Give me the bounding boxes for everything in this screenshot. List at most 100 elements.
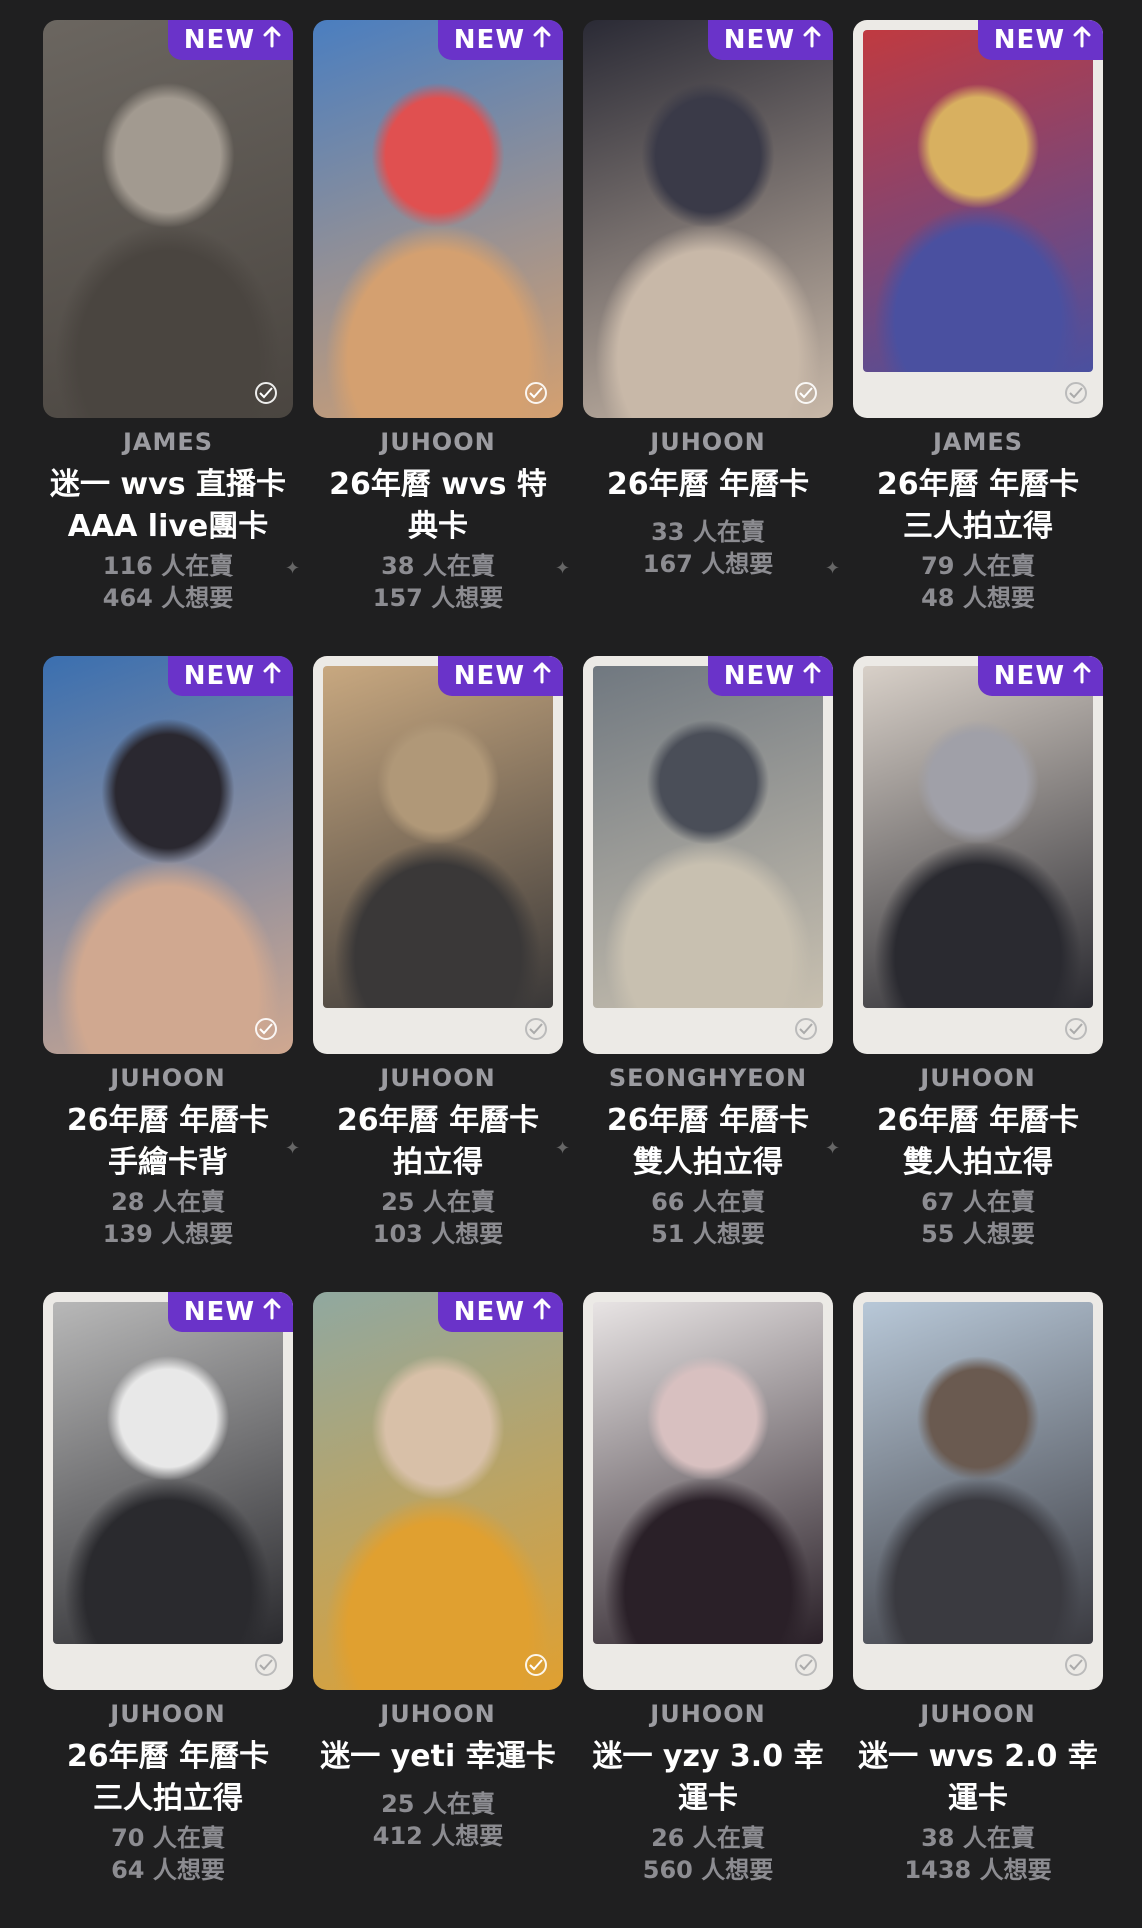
check-circle-icon[interactable] (525, 1654, 547, 1676)
check-circle-icon[interactable] (255, 1018, 277, 1040)
new-badge-label: NEW (453, 25, 525, 55)
photocard-image[interactable]: NEW (853, 20, 1103, 418)
card-title-line2: 拍立得 (393, 1145, 483, 1180)
seller-count: 33 人在賣 (651, 518, 765, 546)
photo-placeholder (53, 1302, 283, 1644)
card-title-line2: 典卡 (408, 509, 468, 544)
member-name: SEONGHYEON (608, 1064, 808, 1092)
new-badge: NEW (437, 656, 563, 696)
check-circle-icon[interactable] (795, 382, 817, 404)
check-circle-icon[interactable] (1065, 1654, 1087, 1676)
check-circle-icon[interactable] (1065, 382, 1087, 404)
new-badge: NEW (167, 1292, 293, 1332)
arrow-up-icon (803, 25, 821, 55)
check-circle-icon[interactable] (525, 1018, 547, 1040)
new-badge-label: NEW (993, 661, 1065, 691)
arrow-up-icon (263, 1297, 281, 1327)
card-stats: 33 人在賣 167 人想要 (583, 516, 833, 580)
wanted-count: 55 人想要 (921, 1220, 1035, 1248)
card-stats: 28 人在賣 139 人想要 (43, 1186, 293, 1250)
wanted-count: 48 人想要 (921, 584, 1035, 612)
card-title-line1: 26年曆 年曆卡 (336, 1103, 540, 1138)
card-title-line1: 26年曆 年曆卡 (876, 467, 1080, 502)
card-title-line1: 26年曆 年曆卡 (66, 1739, 270, 1774)
photocard-image[interactable] (853, 1292, 1103, 1690)
card-title-line2: 運卡 (948, 1781, 1008, 1816)
photocard-item[interactable]: JUHOON 迷一 yzy 3.0 幸運卡 26 人在賣 560 人想要 (583, 1292, 833, 1928)
member-name: JUHOON (380, 428, 496, 456)
sparkle-icon: ✦ (825, 1138, 841, 1159)
card-title: 迷一 yzy 3.0 幸運卡 (583, 1736, 833, 1820)
photocard-image[interactable]: NEW (43, 656, 293, 1054)
photocard-image[interactable]: NEW (853, 656, 1103, 1054)
card-title-line2: 三人拍立得 (93, 1781, 243, 1816)
arrow-up-icon (1073, 25, 1091, 55)
photocard-image[interactable]: NEW (313, 656, 563, 1054)
photocard-image[interactable]: NEW (313, 1292, 563, 1690)
new-badge-label: NEW (723, 25, 795, 55)
photocard-item[interactable]: NEW JUHOON 26年曆 年曆卡 手繪卡背 28 人在賣 139 人想要 (43, 656, 293, 1292)
photocard-item[interactable]: JUHOON 迷一 wvs 2.0 幸運卡 38 人在賣 1438 人想要 (853, 1292, 1103, 1928)
photocard-image[interactable]: NEW (43, 20, 293, 418)
card-stats: 26 人在賣 560 人想要 (583, 1822, 833, 1886)
photo-placeholder (313, 20, 563, 418)
wanted-count: 1438 人想要 (904, 1856, 1052, 1884)
card-title: 26年曆 年曆卡 雙人拍立得 (583, 1100, 833, 1184)
check-circle-icon[interactable] (255, 1654, 277, 1676)
card-stats: 25 人在賣 103 人想要 (313, 1186, 563, 1250)
card-title-line1: 26年曆 年曆卡 (606, 1103, 810, 1138)
photocard-item[interactable]: NEW JUHOON 迷一 yeti 幸運卡 25 人在賣 412 人想要 (313, 1292, 563, 1928)
member-name: JUHOON (920, 1700, 1036, 1728)
photocard-item[interactable]: NEW JAMES 迷一 wvs 直播卡 AAA live團卡 116 人在賣 464 人… (43, 20, 293, 656)
card-title-line1: 26年曆 年曆卡 (606, 467, 810, 502)
arrow-up-icon (533, 661, 551, 691)
new-badge-label: NEW (723, 661, 795, 691)
photocard-item[interactable]: NEW JUHOON 26年曆 年曆卡 雙人拍立得 67 人在賣 55 人想要 (853, 656, 1103, 1292)
card-title-line2: 雙人拍立得 (633, 1145, 783, 1180)
photocard-image[interactable] (583, 1292, 833, 1690)
card-stats: 38 人在賣 1438 人想要 (853, 1822, 1103, 1886)
new-badge: NEW (977, 656, 1103, 696)
photo-placeholder (313, 1292, 563, 1690)
photocard-image[interactable]: NEW (583, 656, 833, 1054)
check-circle-icon[interactable] (525, 382, 547, 404)
check-circle-icon[interactable] (795, 1018, 817, 1040)
wanted-count: 157 人想要 (372, 584, 504, 612)
photocard-item[interactable]: NEW JAMES 26年曆 年曆卡 三人拍立得 79 人在賣 48 人想要 (853, 20, 1103, 656)
sparkle-icon: ✦ (555, 1138, 571, 1159)
photocard-item[interactable]: NEW JUHOON 26年曆 年曆卡 拍立得 25 人在賣 103 人想要 (313, 656, 563, 1292)
photocard-image[interactable]: NEW (43, 1292, 293, 1690)
photocard-item[interactable]: NEW JUHOON 26年曆 wvs 特典卡 38 人在賣 157 人想要 (313, 20, 563, 656)
card-title-line2: 手繪卡背 (108, 1145, 228, 1180)
card-title-line1: 迷一 wvs 2.0 幸 (858, 1739, 1098, 1774)
card-stats: 70 人在賣 64 人想要 (43, 1822, 293, 1886)
card-title: 26年曆 年曆卡 拍立得 (313, 1100, 563, 1184)
seller-count: 28 人在賣 (111, 1188, 225, 1216)
photo-placeholder (863, 30, 1093, 372)
new-badge: NEW (437, 1292, 563, 1332)
seller-count: 38 人在賣 (381, 552, 495, 580)
photocard-item[interactable]: NEW JUHOON 26年曆 年曆卡 三人拍立得 70 人在賣 64 人想要 (43, 1292, 293, 1928)
photocard-image[interactable]: NEW (583, 20, 833, 418)
photocard-image[interactable]: NEW (313, 20, 563, 418)
photocard-item[interactable]: NEW JUHOON 26年曆 年曆卡 33 人在賣 167 人想要 (583, 20, 833, 656)
photocard-item[interactable]: NEW SEONGHYEON 26年曆 年曆卡 雙人拍立得 66 人在賣 51 人想要 (583, 656, 833, 1292)
member-name: JUHOON (920, 1064, 1036, 1092)
card-title-line1: 迷一 yeti 幸運卡 (320, 1739, 556, 1774)
card-title-line1: 迷一 wvs 直播卡 (49, 467, 286, 502)
wanted-count: 167 人想要 (642, 550, 774, 578)
seller-count: 116 人在賣 (102, 552, 234, 580)
wanted-count: 103 人想要 (372, 1220, 504, 1248)
card-stats: 38 人在賣 157 人想要 (313, 550, 563, 614)
sparkle-icon: ✦ (285, 558, 301, 579)
check-circle-icon[interactable] (255, 382, 277, 404)
photo-placeholder (863, 666, 1093, 1008)
check-circle-icon[interactable] (795, 1654, 817, 1676)
card-title: 迷一 yeti 幸運卡 (313, 1736, 563, 1778)
wanted-count: 464 人想要 (102, 584, 234, 612)
check-circle-icon[interactable] (1065, 1018, 1087, 1040)
photo-placeholder (43, 656, 293, 1054)
wanted-count: 64 人想要 (111, 1856, 225, 1884)
seller-count: 38 人在賣 (921, 1824, 1035, 1852)
new-badge: NEW (707, 656, 833, 696)
